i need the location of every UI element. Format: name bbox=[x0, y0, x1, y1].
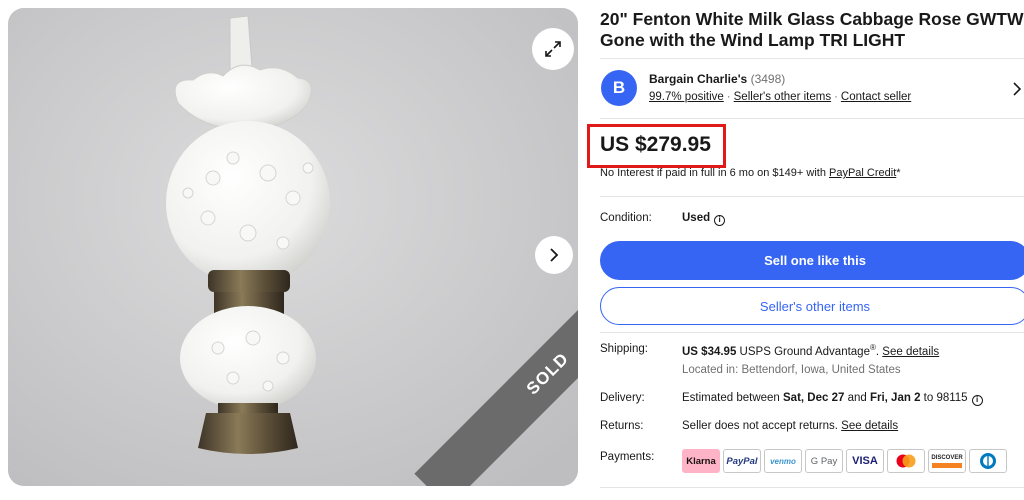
expand-icon bbox=[545, 41, 561, 57]
chevron-right-icon[interactable] bbox=[1012, 82, 1022, 96]
financing-text: No Interest if paid in full in 6 mo on $… bbox=[600, 167, 829, 179]
delivery-value: Estimated between Sat, Dec 27 and Fri, J… bbox=[682, 392, 983, 406]
diners-club-mark bbox=[980, 453, 996, 469]
seller-avatar: B bbox=[601, 70, 637, 106]
payments-label: Payments: bbox=[600, 451, 655, 463]
seller-feedback-count: (3498) bbox=[750, 72, 786, 86]
delivery-suffix: to 98115 bbox=[920, 392, 968, 404]
visa-label: VISA bbox=[852, 455, 878, 467]
item-location: Located in: Bettendorf, Iowa, United Sta… bbox=[682, 364, 901, 376]
divider bbox=[600, 196, 1024, 197]
shipping-label: Shipping: bbox=[600, 343, 648, 355]
mastercard-circles bbox=[896, 454, 916, 468]
seller-other-items-link[interactable]: Seller's other items bbox=[734, 91, 831, 103]
delivery-start: Sat, Dec 27 bbox=[783, 392, 845, 404]
seller-name[interactable]: Bargain Charlie's bbox=[649, 72, 747, 86]
info-icon[interactable]: i bbox=[714, 215, 726, 226]
expand-image-button[interactable] bbox=[532, 28, 574, 70]
visa-icon: VISA bbox=[846, 449, 884, 473]
returns-text: Seller does not accept returns. bbox=[682, 420, 842, 432]
divider bbox=[600, 332, 1024, 333]
shipping-value: US $34.95 USPS Ground Advantage®. See de… bbox=[682, 343, 939, 358]
paypal-credit-link[interactable]: PayPal Credit bbox=[829, 167, 896, 179]
next-image-button[interactable] bbox=[535, 236, 573, 274]
paypal-icon: PayPal bbox=[723, 449, 761, 473]
financing-note: No Interest if paid in full in 6 mo on $… bbox=[600, 167, 901, 179]
delivery-label: Delivery: bbox=[600, 392, 645, 404]
shipping-method: USPS Ground Advantage bbox=[736, 345, 870, 358]
item-details-panel: 20" Fenton White Milk Glass Cabbage Rose… bbox=[587, 0, 1024, 500]
delivery-prefix: Estimated between bbox=[682, 392, 784, 404]
separator: · bbox=[726, 91, 731, 103]
separator: · bbox=[834, 91, 838, 103]
divider bbox=[600, 58, 1024, 59]
diners-club-icon bbox=[969, 449, 1007, 473]
discover-stripe bbox=[932, 462, 962, 468]
returns-value: Seller does not accept returns. See deta… bbox=[682, 420, 898, 432]
google-pay-icon: G Pay bbox=[805, 449, 843, 473]
mastercard-icon bbox=[887, 449, 925, 473]
divider bbox=[600, 118, 1024, 119]
venmo-icon: venmo bbox=[764, 449, 802, 473]
seller-card[interactable]: B Bargain Charlie's (3498) 99.7% positiv… bbox=[600, 66, 1024, 114]
condition-value-row: Used i bbox=[682, 212, 726, 226]
delivery-end: Fri, Jan 2 bbox=[869, 392, 921, 404]
contact-seller-link[interactable]: Contact seller bbox=[841, 91, 911, 103]
discover-icon: DISCOVER bbox=[928, 449, 966, 473]
condition-value: Used bbox=[682, 212, 711, 224]
financing-suffix: * bbox=[896, 167, 901, 179]
item-price: US $279.95 bbox=[600, 133, 711, 156]
divider bbox=[600, 487, 1024, 488]
image-gallery[interactable]: SOLD bbox=[8, 8, 578, 486]
returns-see-details-link[interactable]: See details bbox=[841, 420, 898, 432]
klarna-icon: Klarna bbox=[682, 449, 720, 473]
condition-label: Condition: bbox=[600, 212, 652, 224]
sellers-other-items-button[interactable]: Seller's other items bbox=[600, 287, 1024, 325]
returns-label: Returns: bbox=[600, 420, 644, 432]
discover-label: DISCOVER bbox=[931, 454, 963, 461]
chevron-right-icon bbox=[550, 248, 559, 262]
payment-methods: Klarna PayPal venmo G Pay VISA DISCOVER bbox=[682, 449, 1007, 473]
seller-name-row: Bargain Charlie's (3498) bbox=[649, 72, 785, 86]
sell-one-like-this-button[interactable]: Sell one like this bbox=[600, 241, 1024, 280]
shipping-see-details-link[interactable]: See details bbox=[882, 346, 939, 358]
shipping-cost: US $34.95 bbox=[682, 345, 737, 358]
seller-positive-link[interactable]: 99.7% positive bbox=[649, 91, 724, 103]
seller-links: 99.7% positive · Seller's other items · Cont… bbox=[649, 91, 911, 103]
delivery-and: and bbox=[844, 392, 870, 404]
info-icon[interactable]: i bbox=[971, 395, 983, 406]
item-title: 20" Fenton White Milk Glass Cabbage Rose… bbox=[600, 9, 1024, 50]
